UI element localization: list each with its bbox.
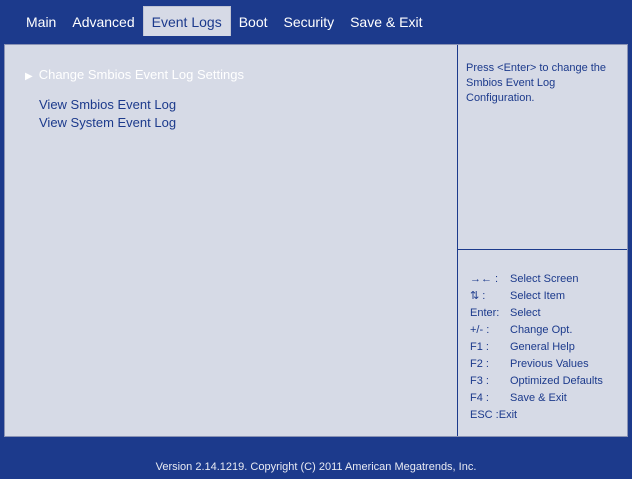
key-name: F2 : [470, 358, 489, 370]
key-row: F4 : Save & Exit [470, 390, 603, 407]
horizontal-divider [458, 249, 627, 250]
key-row: ⇅ : Select Item [470, 288, 603, 305]
tab-save-exit[interactable]: Save & Exit [342, 6, 430, 36]
menu-bar: Main Advanced Event Logs Boot Security S… [0, 0, 632, 36]
key-row: F1 : General Help [470, 339, 603, 356]
key-desc: Change Opt. [510, 324, 573, 336]
key-name: →← : [470, 273, 499, 285]
key-name: F1 : [470, 341, 489, 353]
entry-label: Change Smbios Event Log Settings [38, 67, 244, 82]
version-footer: Version 2.14.1219. Copyright (C) 2011 Am… [155, 460, 477, 473]
key-legend: →← : Select Screen ⇅ : Select Item Enter: S… [470, 271, 603, 424]
key-name: F4 : [470, 392, 489, 404]
key-name: F3 : [470, 375, 489, 387]
bios-screen: Main Advanced Event Logs Boot Security S… [0, 0, 632, 479]
tab-main[interactable]: Main [0, 6, 64, 36]
tab-security[interactable]: Security [276, 6, 343, 36]
main-panel: ▶ Change Smbios Event Log Settings View S… [4, 44, 628, 437]
key-name: +/- : [470, 324, 490, 336]
key-row: +/- : Change Opt. [470, 322, 603, 339]
help-panel: Press <Enter> to change the Smbios Event… [458, 45, 627, 436]
key-name: ESC :Exit [470, 409, 518, 421]
key-desc: General Help [510, 341, 575, 353]
key-desc: Optimized Defaults [510, 375, 603, 387]
key-desc: Save & Exit [510, 392, 567, 404]
submenu-arrow-icon: ▶ [25, 71, 33, 82]
tab-boot[interactable]: Boot [231, 6, 276, 36]
view-smbios-event-log[interactable]: View Smbios Event Log [39, 97, 176, 112]
key-desc: Select Item [510, 290, 566, 302]
key-row: →← : Select Screen [470, 271, 603, 288]
view-system-event-log[interactable]: View System Event Log [39, 115, 176, 130]
tab-advanced[interactable]: Advanced [64, 6, 142, 36]
key-desc: Select Screen [510, 273, 579, 285]
help-text: Press <Enter> to change the Smbios Event… [466, 62, 607, 104]
key-name: ⇅ : [470, 290, 486, 302]
key-desc: Select [510, 307, 541, 319]
key-name: Enter: [470, 307, 500, 319]
key-row: F2 : Previous Values [470, 356, 603, 373]
key-desc: Previous Values [510, 358, 589, 370]
key-row: Enter: Select [470, 305, 603, 322]
menu-tabs: Main Advanced Event Logs Boot Security S… [0, 0, 430, 36]
key-row: ESC :Exit [470, 407, 603, 424]
key-row: F3 : Optimized Defaults [470, 373, 603, 390]
change-smbios-event-log-settings[interactable]: ▶ Change Smbios Event Log Settings [25, 67, 244, 82]
tab-event-logs[interactable]: Event Logs [142, 6, 231, 36]
settings-list: ▶ Change Smbios Event Log Settings View S… [5, 45, 457, 436]
